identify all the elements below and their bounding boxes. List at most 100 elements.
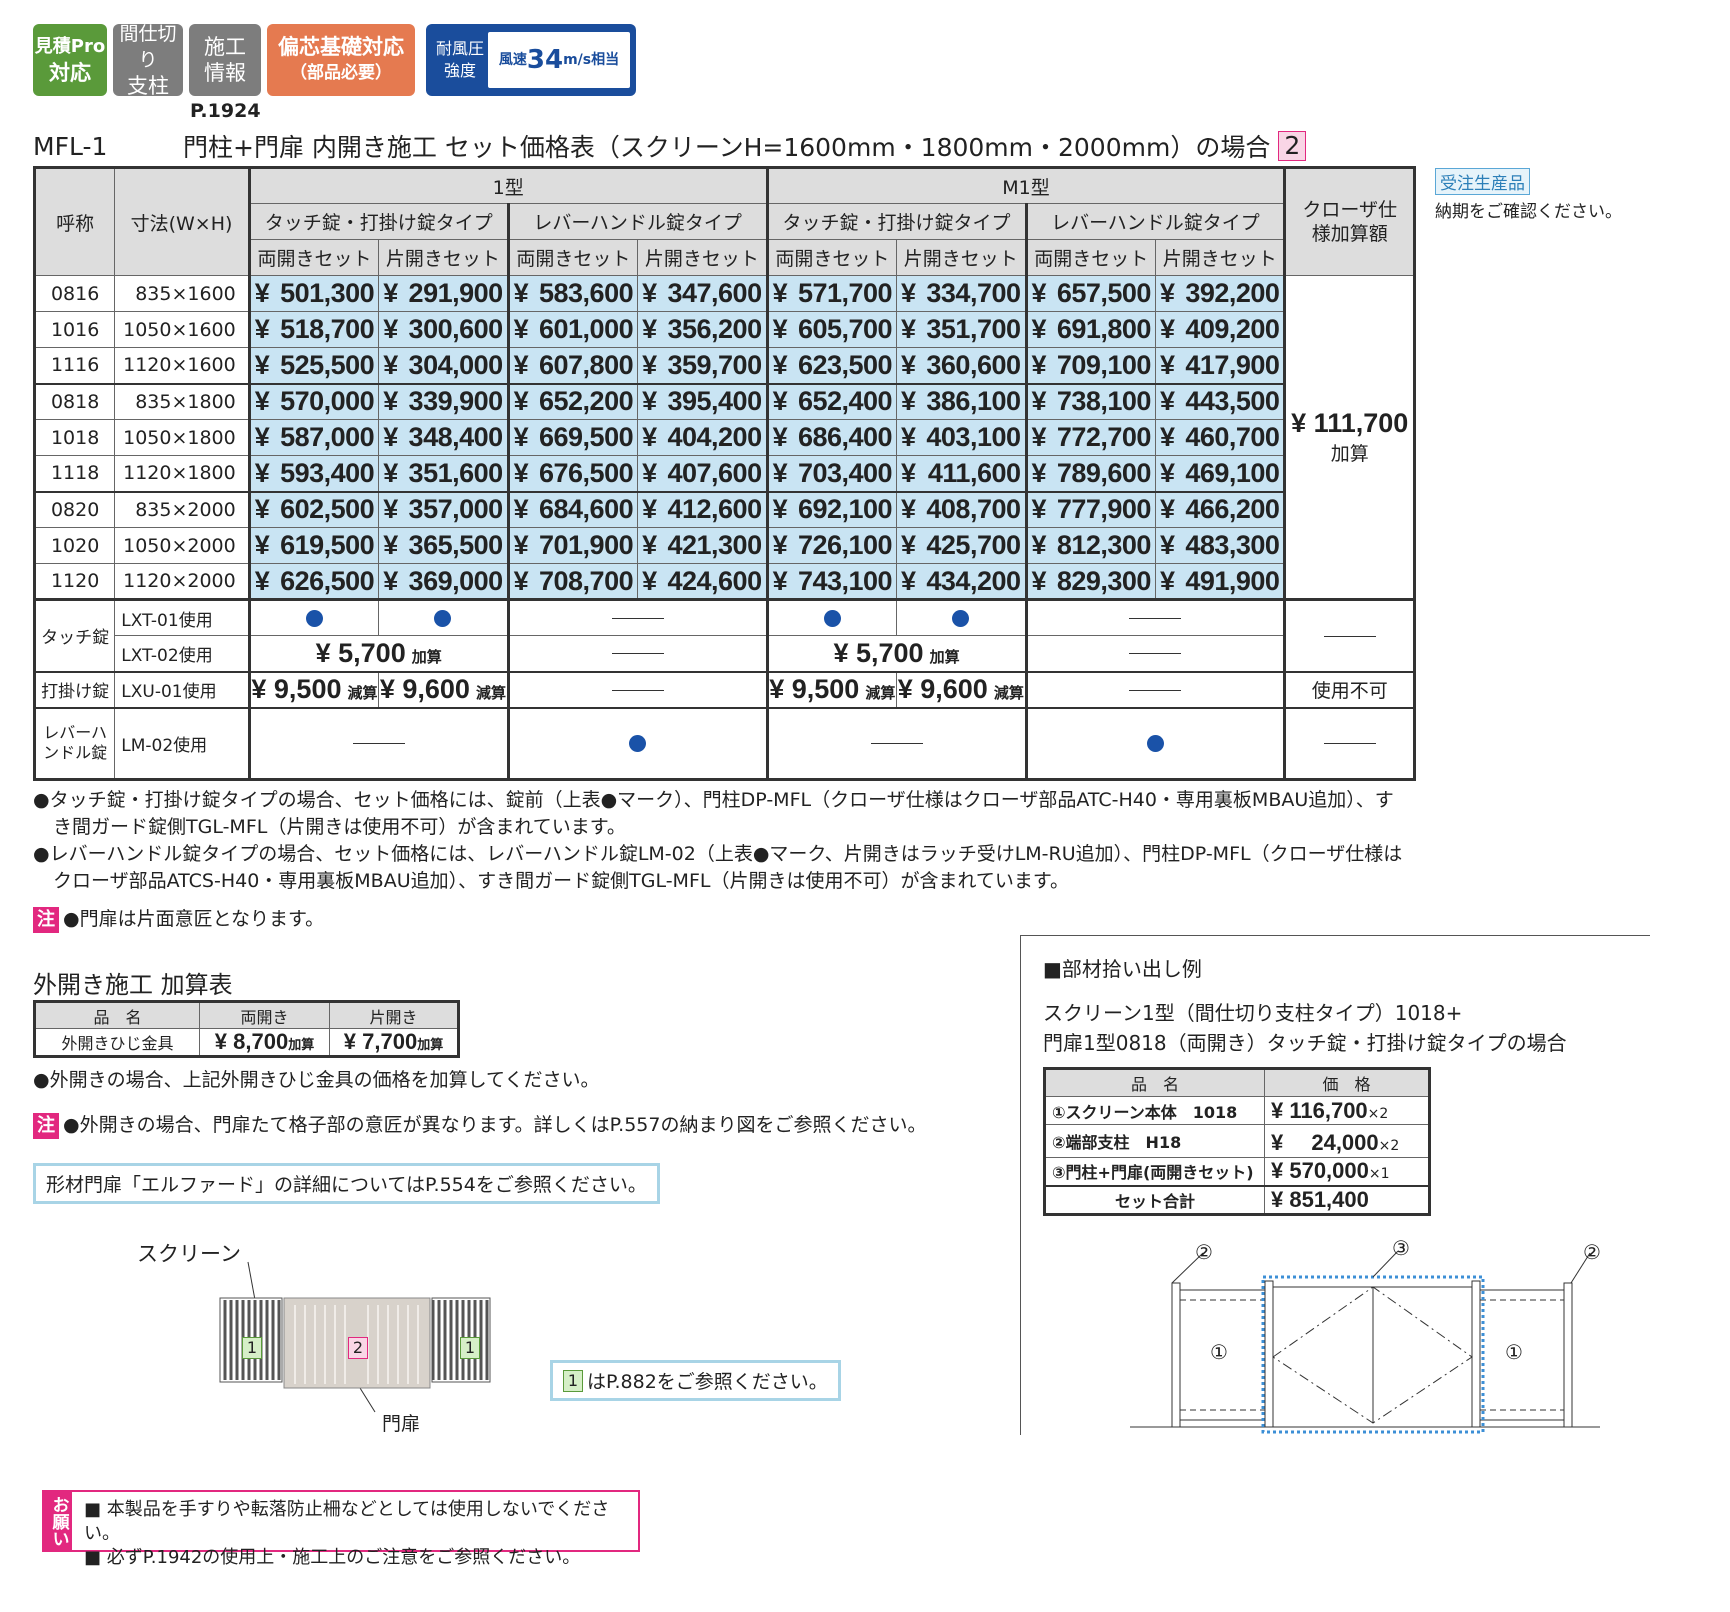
price-value: 777,900 [1056, 494, 1152, 525]
price-cell: ¥657,500 [1024, 275, 1156, 312]
side-note: 受注生産品 納期をご確認ください。 [1435, 168, 1622, 222]
price-value: 483,300 [1185, 530, 1280, 560]
table-row: 0816 835×1600 ¥501,300 ¥291,900 ¥583,600… [33, 275, 1415, 600]
yen-sign: ¥ [383, 422, 398, 452]
price-cell: ¥425,700 [896, 527, 1027, 564]
yen-sign: ¥ [1031, 530, 1047, 560]
row-size: 1120×1800 [114, 455, 250, 492]
yen-sign: ¥ [1159, 386, 1175, 417]
price-cell: ¥407,600 [637, 455, 768, 492]
dot-cell [896, 599, 1027, 636]
price-cell: ¥518,700 [247, 311, 380, 348]
row-code: 1118 [33, 455, 116, 492]
price-value: 607,800 [539, 349, 634, 380]
add-label: 加算 [411, 647, 442, 666]
badge-sekou: 施工 情報 [189, 24, 261, 96]
price-cell: ¥403,100 [896, 419, 1027, 456]
gate-c1-right: ① [1505, 1340, 1523, 1364]
yen-sign: ¥ [1159, 349, 1175, 380]
outer-table: 品 名 両開き 片開き 外開きひじ金具 ¥ 8,700加算 ¥ 7,700加算 [33, 1000, 460, 1058]
price-value: 812,300 [1056, 530, 1152, 560]
table-row: 1116 1120×1600 ¥525,500 ¥304,000 ¥607,80… [33, 347, 1415, 384]
parts-row-price-cell: ¥ 24,000×2 [1264, 1124, 1430, 1158]
badge-henshin-l1: 偏芯基礎対応 [278, 35, 404, 59]
outer-single-price: ¥ 7,700 [343, 1029, 418, 1054]
h-typem1: M1型 [765, 167, 1286, 204]
yen-sign: ¥ [901, 422, 916, 452]
opt-lxt01: LXT-01使用 [114, 599, 250, 636]
table-row: セット合計 ¥ 851,400 [1044, 1185, 1430, 1215]
dot-icon [629, 735, 647, 753]
yen-sign: ¥ [642, 349, 657, 380]
parts-row-qty: ×2 [1367, 1105, 1389, 1122]
dash-icon [611, 653, 664, 655]
table-row: ③門柱+門扉(両開きセット) ¥ 570,000×1 [1044, 1157, 1430, 1186]
price-value: 334,700 [926, 278, 1021, 308]
opt-lever-text: レバーハンドル錠 [43, 723, 108, 763]
gate-c2-right: ② [1583, 1240, 1601, 1264]
dot-icon [952, 610, 970, 627]
price-cell: ¥491,900 [1154, 563, 1286, 600]
yen-sign: ¥ [383, 457, 398, 488]
opt-lxu01: LXU-01使用 [114, 671, 250, 708]
parts-row-price: ¥ 116,700 [1271, 1097, 1368, 1123]
dash-cell [765, 707, 1027, 780]
yen-sign: ¥ [642, 314, 657, 344]
dash-icon [1323, 635, 1376, 637]
sub-label: 減算 [993, 684, 1024, 702]
dot-icon [1146, 735, 1164, 753]
sub-cell: ¥ 9,500 減算 [765, 671, 898, 708]
price-value: 703,400 [797, 457, 893, 488]
parts-row-qty: ×1 [1368, 1166, 1390, 1183]
caution-1: 注 ●門扉は片面意匠となります。 [33, 906, 324, 933]
price-cell: ¥404,200 [637, 419, 768, 456]
p882-num: 1 [563, 1369, 583, 1392]
yen-sign: ¥ [513, 457, 529, 488]
price-value: 412,600 [667, 494, 762, 525]
price-value: 466,200 [1185, 494, 1280, 525]
yen-sign: ¥ [1159, 457, 1175, 488]
price-cell: ¥392,200 [1154, 275, 1286, 312]
h-closer: クローザ仕様加算額 [1283, 167, 1415, 276]
yen-sign: ¥ [513, 530, 529, 560]
badge-henshin-l2: （部品必要） [290, 63, 392, 83]
wind-value-box: 風速 34 m/s相当 [488, 32, 630, 88]
dash-cell [1024, 635, 1286, 672]
badge-sekou-l1: 施工 [204, 35, 246, 59]
price-cell: ¥469,100 [1154, 455, 1286, 492]
yen-sign: ¥ [383, 314, 398, 344]
request-label: お願い [44, 1492, 72, 1550]
price-value: 652,200 [539, 386, 634, 417]
price-value: 469,100 [1185, 457, 1280, 488]
price-value: 443,500 [1185, 386, 1280, 417]
price-cell: ¥686,400 [765, 419, 898, 456]
price-cell: ¥676,500 [506, 455, 639, 492]
yen-sign: ¥ [642, 422, 657, 452]
row-size: 1050×2000 [114, 527, 250, 564]
yen-sign: ¥ [901, 530, 916, 560]
gate-plan-diagram [1130, 1250, 1600, 1434]
h-lever-1: レバーハンドル錠タイプ [506, 203, 768, 240]
price-value: 570,000 [280, 386, 375, 417]
outer-h-single: 片開き [329, 1001, 459, 1029]
p882-text: はP.882をご参照ください。 [587, 1371, 828, 1393]
price-cell: ¥703,400 [765, 455, 898, 492]
yen-sign: ¥ [772, 457, 788, 488]
price-value: 518,700 [280, 314, 375, 344]
price-cell: ¥619,500 [247, 527, 380, 564]
row-code: 0816 [33, 275, 116, 312]
outer-single-add: 加算 [417, 1038, 444, 1053]
dash-cell [1024, 671, 1286, 708]
gate-c3: ③ [1392, 1236, 1410, 1260]
dot-icon [305, 610, 323, 627]
row-size: 835×2000 [114, 491, 250, 528]
price-value: 619,500 [280, 530, 375, 560]
dash-icon [1129, 653, 1182, 655]
unusable-cell: 使用不可 [1283, 671, 1415, 708]
opt-lm02: LM-02使用 [114, 707, 250, 780]
dash-icon [611, 618, 664, 619]
yen-sign: ¥ [901, 278, 916, 308]
parts-total: ¥ 851,400 [1264, 1185, 1430, 1215]
sub-price: ¥ 9,500 [769, 674, 860, 704]
opt-row-lxt01: タッチ錠 LXT-01使用 [33, 599, 1415, 672]
